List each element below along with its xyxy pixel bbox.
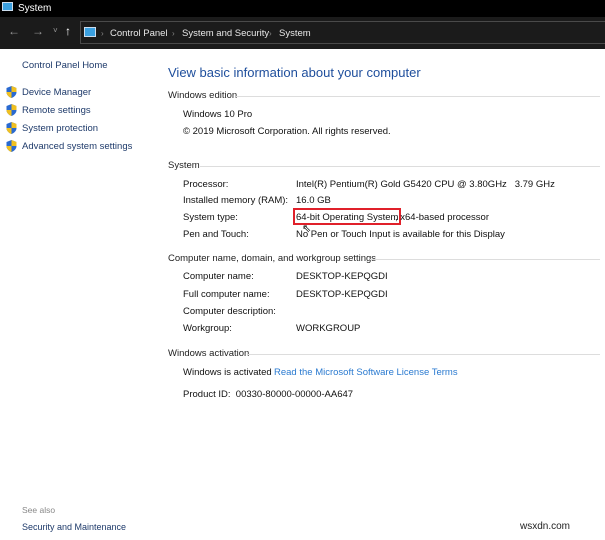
navigation-bar: ← → ˅ ↑ › Control Panel › System and Sec… xyxy=(0,17,605,49)
processor-value: Intel(R) Pentium(R) Gold G5420 CPU @ 3.8… xyxy=(296,179,555,190)
computer-icon xyxy=(84,27,96,37)
divider xyxy=(248,354,600,355)
windows-edition-header: Windows edition xyxy=(168,90,238,101)
divider xyxy=(236,96,600,97)
shield-icon xyxy=(6,140,17,152)
sidebar-item-label: Remote settings xyxy=(22,105,91,116)
ram-label: Installed memory (RAM): xyxy=(183,195,289,206)
computer-name-value: DESKTOP-KEPQGDI xyxy=(296,271,388,282)
sidebar-item-label: System protection xyxy=(22,123,99,134)
back-button[interactable]: ← xyxy=(8,24,20,38)
control-panel-home-link[interactable]: Control Panel Home xyxy=(22,60,108,71)
shield-icon xyxy=(6,104,17,116)
full-computer-name-label: Full computer name: xyxy=(183,289,270,300)
address-bar[interactable]: › Control Panel › System and Security › … xyxy=(80,21,605,44)
security-and-maintenance-link[interactable]: Security and Maintenance xyxy=(22,522,126,532)
license-terms-link[interactable]: Read the Microsoft Software License Term… xyxy=(274,367,458,378)
windows-activation-header: Windows activation xyxy=(168,348,250,359)
breadcrumb-control-panel[interactable]: Control Panel xyxy=(110,28,168,39)
title-bar: System xyxy=(0,0,605,17)
recent-locations-button[interactable]: ˅ xyxy=(53,26,58,35)
breadcrumb-system-and-security[interactable]: System and Security xyxy=(182,28,269,39)
up-button[interactable]: ↑ xyxy=(65,24,71,38)
breadcrumb-separator: › xyxy=(172,29,175,38)
pen-touch-value: No Pen or Touch Input is available for t… xyxy=(296,229,505,240)
window-title: System xyxy=(18,3,52,14)
computer-name-label: Computer name: xyxy=(183,271,254,282)
watermark: wsxdn.com xyxy=(520,521,571,532)
copyright: © 2019 Microsoft Corporation. All rights… xyxy=(183,126,391,137)
workgroup-label: Workgroup: xyxy=(183,323,232,334)
shield-icon xyxy=(6,122,17,134)
ram-value: 16.0 GB xyxy=(296,195,331,206)
system-type-value: , x64-based processor xyxy=(395,212,489,223)
full-computer-name-value: DESKTOP-KEPQGDI xyxy=(296,289,388,300)
system-header: System xyxy=(168,160,200,171)
divider xyxy=(370,259,600,260)
sidebar-item-label: Advanced system settings xyxy=(22,141,133,152)
sidebar-item-label: Device Manager xyxy=(22,87,92,98)
divider xyxy=(200,166,600,167)
shield-icon xyxy=(6,86,17,98)
processor-label: Processor: xyxy=(183,179,229,190)
see-also-heading: See also xyxy=(22,505,56,515)
workgroup-value: WORKGROUP xyxy=(296,323,361,334)
system-type-label: System type: xyxy=(183,212,238,223)
breadcrumb-system[interactable]: System xyxy=(279,28,311,39)
breadcrumb-separator: › xyxy=(101,29,104,38)
computer-icon xyxy=(2,2,13,11)
forward-button[interactable]: → xyxy=(32,24,44,38)
computer-name-header: Computer name, domain, and workgroup set… xyxy=(168,253,377,264)
product-id: Product ID: 00330-80000-00000-AA647 xyxy=(183,389,354,400)
pen-touch-label: Pen and Touch: xyxy=(183,229,249,240)
computer-description-label: Computer description: xyxy=(183,306,276,317)
edition-name: Windows 10 Pro xyxy=(183,109,253,120)
page-title: View basic information about your comput… xyxy=(168,65,421,80)
activation-status: Windows is activated xyxy=(183,367,272,378)
breadcrumb-separator: › xyxy=(269,29,272,38)
